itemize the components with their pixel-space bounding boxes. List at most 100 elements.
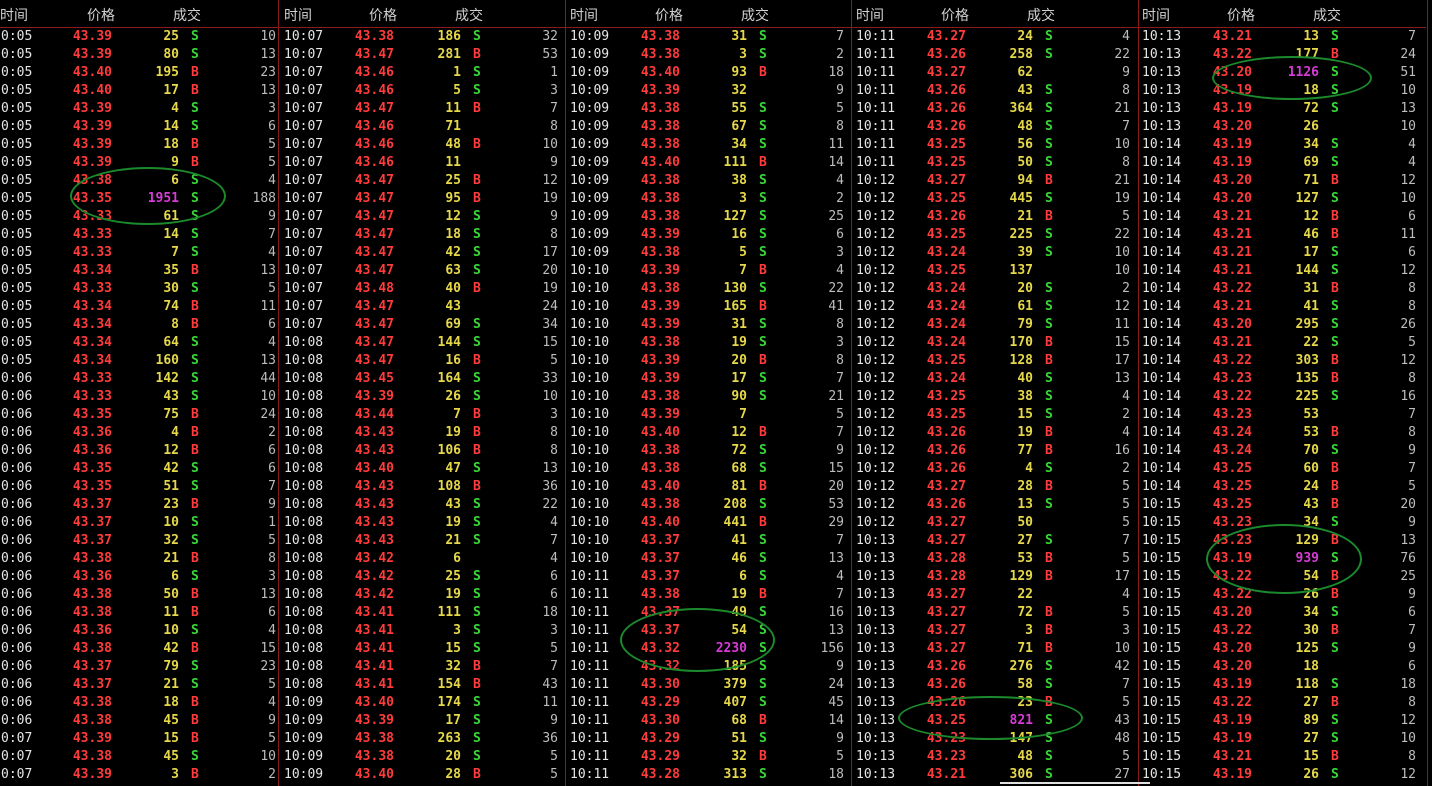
- trade-row[interactable]: 10:08 43.39 26 S 10: [282, 388, 568, 406]
- trade-row[interactable]: 10:10 43.38 90 S 21: [568, 388, 854, 406]
- trade-row[interactable]: 10:14 43.20 295 S 26: [1140, 316, 1426, 334]
- trade-row[interactable]: 10:09 43.38 67 S 8: [568, 118, 854, 136]
- trade-row[interactable]: 10:08 43.45 164 S 33: [282, 370, 568, 388]
- trade-row[interactable]: 10:09 43.39 16 S 6: [568, 226, 854, 244]
- trade-row[interactable]: 10:13 43.27 72 B 5: [854, 604, 1140, 622]
- trade-row[interactable]: 0:06 43.38 21 B 8: [0, 550, 286, 568]
- trade-row[interactable]: 10:14 43.21 46 B 11: [1140, 226, 1426, 244]
- trade-row[interactable]: 0:05 43.34 160 S 13: [0, 352, 286, 370]
- trade-row[interactable]: 0:05 43.33 7 S 4: [0, 244, 286, 262]
- trade-row[interactable]: 10:07 43.48 40 B 19: [282, 280, 568, 298]
- trade-row[interactable]: 10:11 43.26 43 S 8: [854, 82, 1140, 100]
- trade-row[interactable]: 10:15 43.20 18 6: [1140, 658, 1426, 676]
- trade-row[interactable]: 0:06 43.37 32 S 5: [0, 532, 286, 550]
- trade-row[interactable]: 0:05 43.35 1951 S 188: [0, 190, 286, 208]
- trade-row[interactable]: 10:13 43.20 1126 S 51: [1140, 64, 1426, 82]
- trade-row[interactable]: 10:09 43.38 5 S 3: [568, 244, 854, 262]
- trade-row[interactable]: 10:08 43.43 106 B 8: [282, 442, 568, 460]
- trade-row[interactable]: 10:10 43.39 7 5: [568, 406, 854, 424]
- trade-row[interactable]: 10:12 43.25 15 S 2: [854, 406, 1140, 424]
- trade-row[interactable]: 10:07 43.47 18 S 8: [282, 226, 568, 244]
- trade-row[interactable]: 10:08 43.43 43 S 22: [282, 496, 568, 514]
- trade-row[interactable]: 10:07 43.47 12 S 9: [282, 208, 568, 226]
- trade-row[interactable]: 10:11 43.29 32 B 5: [568, 748, 854, 766]
- trade-row[interactable]: 10:10 43.40 12 B 7: [568, 424, 854, 442]
- trade-row[interactable]: 10:09 43.39 17 S 9: [282, 712, 568, 730]
- trade-row[interactable]: 10:12 43.24 61 S 12: [854, 298, 1140, 316]
- trade-row[interactable]: 10:07 43.47 63 S 20: [282, 262, 568, 280]
- trade-row[interactable]: 10:12 43.26 21 B 5: [854, 208, 1140, 226]
- trade-row[interactable]: 10:13 43.27 71 B 10: [854, 640, 1140, 658]
- trade-row[interactable]: 10:11 43.26 364 S 21: [854, 100, 1140, 118]
- trade-row[interactable]: 10:13 43.21 13 S 7: [1140, 28, 1426, 46]
- trade-row[interactable]: 10:07 43.47 281 B 53: [282, 46, 568, 64]
- trade-row[interactable]: 10:07 43.47 11 B 7: [282, 100, 568, 118]
- trade-row[interactable]: 0:06 43.38 45 B 9: [0, 712, 286, 730]
- trade-row[interactable]: 10:15 43.25 43 B 20: [1140, 496, 1426, 514]
- trade-row[interactable]: 10:11 43.32 185 S 9: [568, 658, 854, 676]
- trade-row[interactable]: 10:07 43.46 11 9: [282, 154, 568, 172]
- trade-row[interactable]: 10:14 43.25 60 B 7: [1140, 460, 1426, 478]
- trade-row[interactable]: 10:11 43.32 2230 S 156: [568, 640, 854, 658]
- trade-row[interactable]: 10:15 43.19 89 S 12: [1140, 712, 1426, 730]
- trade-row[interactable]: 0:07 43.38 45 S 10: [0, 748, 286, 766]
- trade-row[interactable]: 10:14 43.19 34 S 4: [1140, 136, 1426, 154]
- trade-row[interactable]: 10:15 43.21 15 B 8: [1140, 748, 1426, 766]
- trade-row[interactable]: 10:11 43.37 6 S 4: [568, 568, 854, 586]
- trade-row[interactable]: 10:14 43.21 41 S 8: [1140, 298, 1426, 316]
- trade-row[interactable]: 10:09 43.38 3 S 2: [568, 190, 854, 208]
- trade-row[interactable]: 10:10 43.39 165 B 41: [568, 298, 854, 316]
- trade-row[interactable]: 10:10 43.38 208 S 53: [568, 496, 854, 514]
- trade-row[interactable]: 10:15 43.23 34 S 9: [1140, 514, 1426, 532]
- trade-row[interactable]: 0:06 43.37 21 S 5: [0, 676, 286, 694]
- trade-row[interactable]: 10:12 43.25 445 S 19: [854, 190, 1140, 208]
- trade-row[interactable]: 0:05 43.34 74 B 11: [0, 298, 286, 316]
- trade-row[interactable]: 0:05 43.38 6 S 4: [0, 172, 286, 190]
- trade-row[interactable]: 10:15 43.19 939 S 76: [1140, 550, 1426, 568]
- trade-row[interactable]: 10:09 43.40 28 B 5: [282, 766, 568, 784]
- trade-row[interactable]: 10:09 43.40 111 B 14: [568, 154, 854, 172]
- trade-row[interactable]: 10:11 43.29 51 S 9: [568, 730, 854, 748]
- trade-row[interactable]: 10:08 43.41 3 S 3: [282, 622, 568, 640]
- trade-row[interactable]: 10:11 43.37 54 S 13: [568, 622, 854, 640]
- trade-row[interactable]: 10:11 43.28 313 S 18: [568, 766, 854, 784]
- trade-row[interactable]: 10:11 43.30 379 S 24: [568, 676, 854, 694]
- trade-row[interactable]: 10:15 43.22 27 B 8: [1140, 694, 1426, 712]
- trade-row[interactable]: 10:15 43.20 34 S 6: [1140, 604, 1426, 622]
- trade-row[interactable]: 0:05 43.39 9 B 5: [0, 154, 286, 172]
- trade-row[interactable]: 10:13 43.28 53 B 5: [854, 550, 1140, 568]
- trade-row[interactable]: 10:15 43.22 54 B 25: [1140, 568, 1426, 586]
- trade-row[interactable]: 10:13 43.27 27 S 7: [854, 532, 1140, 550]
- trade-row[interactable]: 10:09 43.38 34 S 11: [568, 136, 854, 154]
- trade-row[interactable]: 10:08 43.41 15 S 5: [282, 640, 568, 658]
- trade-row[interactable]: 10:08 43.44 7 B 3: [282, 406, 568, 424]
- trade-row[interactable]: 10:14 43.25 24 B 5: [1140, 478, 1426, 496]
- trade-row[interactable]: 10:10 43.40 441 B 29: [568, 514, 854, 532]
- trade-row[interactable]: 10:13 43.28 129 B 17: [854, 568, 1140, 586]
- trade-row[interactable]: 10:15 43.19 26 S 12: [1140, 766, 1426, 784]
- trade-row[interactable]: 10:10 43.39 31 S 8: [568, 316, 854, 334]
- trade-row[interactable]: 10:08 43.47 16 B 5: [282, 352, 568, 370]
- trade-row[interactable]: 10:13 43.23 48 S 5: [854, 748, 1140, 766]
- trade-row[interactable]: 10:14 43.20 71 B 12: [1140, 172, 1426, 190]
- trade-row[interactable]: 10:15 43.19 27 S 10: [1140, 730, 1426, 748]
- trade-row[interactable]: 10:09 43.40 93 B 18: [568, 64, 854, 82]
- trade-row[interactable]: 0:06 43.37 10 S 1: [0, 514, 286, 532]
- trade-row[interactable]: 10:10 43.39 17 S 7: [568, 370, 854, 388]
- trade-row[interactable]: 0:06 43.38 42 B 15: [0, 640, 286, 658]
- trade-row[interactable]: 10:08 43.42 25 S 6: [282, 568, 568, 586]
- trade-row[interactable]: 10:11 43.27 62 9: [854, 64, 1140, 82]
- trade-row[interactable]: 10:07 43.46 5 S 3: [282, 82, 568, 100]
- trade-row[interactable]: 10:10 43.39 7 B 4: [568, 262, 854, 280]
- trade-row[interactable]: 10:08 43.43 19 S 4: [282, 514, 568, 532]
- trade-row[interactable]: 0:06 43.33 142 S 44: [0, 370, 286, 388]
- trade-row[interactable]: 10:12 43.24 40 S 13: [854, 370, 1140, 388]
- trade-row[interactable]: 10:14 43.24 70 S 9: [1140, 442, 1426, 460]
- trade-row[interactable]: 10:13 43.19 18 S 10: [1140, 82, 1426, 100]
- trade-row[interactable]: 10:11 43.27 24 S 4: [854, 28, 1140, 46]
- trade-row[interactable]: 10:14 43.19 69 S 4: [1140, 154, 1426, 172]
- trade-row[interactable]: 0:05 43.33 61 S 9: [0, 208, 286, 226]
- trade-row[interactable]: 10:13 43.27 3 B 3: [854, 622, 1140, 640]
- trade-row[interactable]: 10:14 43.22 31 B 8: [1140, 280, 1426, 298]
- trade-row[interactable]: 0:05 43.34 8 B 6: [0, 316, 286, 334]
